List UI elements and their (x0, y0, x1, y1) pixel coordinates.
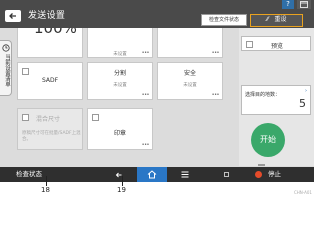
more-icon: ••• (211, 92, 220, 98)
home-button[interactable] (137, 167, 167, 182)
callout-line-18 (46, 176, 47, 186)
stamp-checkbox (92, 114, 99, 121)
tile-stamp[interactable]: 印章 ••• (87, 108, 153, 150)
split-sub: 未设置 (113, 83, 127, 88)
clock-icon (2, 44, 10, 52)
chevron-right-icon: › (305, 88, 307, 94)
right-panel: 预览 选择目的地数： › 5 开始 (239, 28, 314, 166)
nav-back-button[interactable] (112, 167, 126, 182)
callout-19: 19 (117, 186, 126, 194)
security-label: 安全 (183, 70, 196, 77)
security-sub: 未设置 (183, 83, 197, 88)
reset-label: 重设 (274, 16, 287, 23)
square-icon (223, 172, 229, 177)
stop-label: 停止 (268, 170, 281, 178)
tile-sadf[interactable]: SADF (17, 62, 83, 100)
reset-icon: ⁄⁄ (266, 16, 269, 23)
callout-18: 18 (41, 186, 50, 194)
preview-label: 预览 (271, 43, 284, 50)
mixed-size-description: 原稿尺寸可在批量/SADF上混合。 (22, 131, 81, 142)
more-icon: ••• (211, 50, 220, 56)
split-label: 分割 (113, 70, 126, 77)
mixed-size-checkbox (22, 114, 29, 121)
more-icon: ••• (141, 142, 150, 148)
sadf-checkbox (22, 68, 29, 75)
destinations-label: 选择目的地数： (245, 92, 281, 98)
tile-scale[interactable]: 100% (17, 28, 83, 58)
start-button[interactable]: 开始 (251, 123, 285, 157)
mixed-size-label: 混合尺寸 (36, 116, 61, 123)
preview-checkbox (246, 41, 253, 48)
help-button[interactable]: ? (282, 0, 294, 9)
tile-mixed-size: 混合尺寸 原稿尺寸可在批量/SADF上混合。 (17, 108, 83, 150)
sadf-label: SADF (41, 77, 59, 84)
window-toggle-button[interactable] (297, 0, 311, 9)
page-title: 发送设置 (28, 11, 66, 21)
small-square-button[interactable] (222, 167, 230, 182)
arrow-left-icon (9, 13, 16, 19)
tile-top-middle[interactable]: 未设置 ••• (87, 28, 153, 58)
check-status-button[interactable]: 检查状态 (12, 167, 46, 182)
stop-icon (255, 170, 262, 178)
more-icon: ••• (141, 50, 150, 56)
bottom-bar: 检查状态 停止 (0, 167, 314, 182)
stamp-label: 印章 (113, 130, 126, 137)
callout-line-19 (122, 176, 123, 186)
watermark: CHN-A01 (294, 190, 312, 195)
tile-split[interactable]: 分割 未设置 ••• (87, 62, 153, 100)
menu-button[interactable] (175, 167, 195, 182)
more-icon: ••• (141, 92, 150, 98)
stop-button[interactable]: 停止 (245, 167, 291, 182)
tile-top-right[interactable]: ••• (157, 28, 223, 58)
menu-icon (181, 171, 189, 178)
destinations-count: 5 (299, 97, 306, 110)
current-settings-label: 当前设置清单 (4, 54, 10, 87)
home-icon (147, 170, 157, 179)
tile-security[interactable]: 安全 未设置 ••• (157, 62, 223, 100)
check-file-status-button[interactable]: 检查文件状态 (201, 14, 247, 26)
title-bar: 发送设置 ? 检查文件状态 ⁄⁄ 重设 (0, 0, 314, 28)
scale-value: 100% (34, 28, 77, 37)
scroll-indicator (258, 164, 265, 166)
window-icon (300, 1, 308, 8)
device-screen: 发送设置 ? 检查文件状态 ⁄⁄ 重设 当前设置清单 100% 未设置 ••• •… (0, 0, 314, 182)
current-settings-tab[interactable]: 当前设置清单 (0, 40, 12, 96)
selected-destinations-button[interactable]: 选择目的地数： › 5 (241, 85, 311, 115)
settings-grid: 100% 未设置 ••• ••• SADF 分割 未设置 ••• 安全 未设置 … (15, 28, 235, 166)
preview-toggle[interactable]: 预览 (241, 36, 311, 51)
back-button[interactable] (5, 10, 21, 22)
reset-button[interactable]: ⁄⁄ 重设 (250, 14, 303, 27)
